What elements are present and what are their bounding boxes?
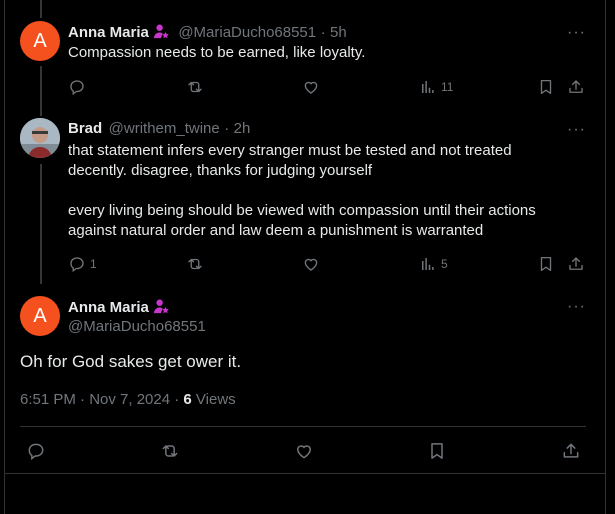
thread-connector xyxy=(40,0,42,18)
like-icon xyxy=(294,441,314,461)
like-icon xyxy=(302,78,320,96)
share-icon xyxy=(567,255,585,273)
repost-icon xyxy=(186,255,204,273)
divider xyxy=(5,473,605,474)
share-button[interactable] xyxy=(567,78,585,96)
bookmark-icon xyxy=(537,78,555,96)
tweet-time[interactable]: 2h xyxy=(234,120,251,137)
avatar[interactable]: A xyxy=(20,296,60,336)
tweet-header: Brad @writhem_twine · 2h xyxy=(68,120,250,138)
separator-dot: · xyxy=(320,24,326,41)
more-options-button[interactable]: ··· xyxy=(567,24,586,42)
views-icon xyxy=(419,255,437,273)
reply-icon xyxy=(26,441,46,461)
separator-dot: · xyxy=(224,120,230,137)
user-handle[interactable]: @MariaDucho68551 xyxy=(68,318,206,335)
views-button[interactable]: 5 xyxy=(419,255,448,273)
bookmark-button[interactable] xyxy=(537,255,555,273)
repost-icon xyxy=(160,441,180,461)
views-count: 11 xyxy=(441,80,454,94)
views-label: Views xyxy=(191,391,236,408)
user-handle[interactable]: @writhem_twine xyxy=(109,120,220,137)
affiliate-badge-icon xyxy=(153,298,170,315)
more-icon: ··· xyxy=(567,24,586,41)
reply-count: 1 xyxy=(90,257,97,271)
like-button[interactable] xyxy=(294,441,314,461)
tweet-header: Anna Maria xyxy=(68,298,170,317)
reply-icon xyxy=(68,255,86,273)
tweet-text-line: decently. disagree, thanks for judging y… xyxy=(68,162,373,179)
reply-button[interactable] xyxy=(68,78,86,96)
views-icon xyxy=(419,78,437,96)
more-options-button[interactable]: ··· xyxy=(567,298,586,316)
tweet-text-line: that statement infers every stranger mus… xyxy=(68,142,512,159)
tweet-text: that statement infers every stranger mus… xyxy=(68,141,536,241)
user-handle[interactable]: @MariaDucho68551 xyxy=(178,24,316,41)
avatar[interactable] xyxy=(20,118,60,158)
tweet-text-line: against natural order and law deem a pun… xyxy=(68,222,484,239)
share-icon xyxy=(561,441,581,461)
more-options-button[interactable]: ··· xyxy=(567,121,586,139)
profile-photo xyxy=(20,118,60,158)
display-name[interactable]: Brad xyxy=(68,120,102,137)
views-button[interactable]: 11 xyxy=(419,78,453,96)
thread-connector xyxy=(40,66,42,116)
avatar[interactable]: A xyxy=(20,21,60,61)
reply-button[interactable] xyxy=(26,441,46,461)
timestamp[interactable]: 6:51 PM · Nov 7, 2024 · xyxy=(20,391,183,408)
display-name[interactable]: Anna Maria xyxy=(68,24,149,41)
tweet-text-line: every living being should be viewed with… xyxy=(68,202,536,219)
views-count: 5 xyxy=(441,257,448,271)
more-icon: ··· xyxy=(567,121,586,138)
tweet-text: Compassion needs to be earned, like loya… xyxy=(68,44,366,61)
views-count: 6 xyxy=(183,391,192,408)
affiliate-badge-icon xyxy=(153,23,170,40)
reply-icon xyxy=(68,78,86,96)
tweet-header: Anna Maria @MariaDucho68551 · 5h xyxy=(68,23,347,42)
divider xyxy=(20,426,586,427)
share-button[interactable] xyxy=(567,255,585,273)
bookmark-icon xyxy=(537,255,555,273)
reply-button[interactable]: 1 xyxy=(68,255,97,273)
like-button[interactable] xyxy=(302,255,320,273)
bookmark-button[interactable] xyxy=(427,441,447,461)
bookmark-icon xyxy=(427,441,447,461)
more-icon: ··· xyxy=(567,298,586,315)
display-name[interactable]: Anna Maria xyxy=(68,299,149,316)
like-icon xyxy=(302,255,320,273)
tweet-time[interactable]: 5h xyxy=(330,24,347,41)
repost-icon xyxy=(186,78,204,96)
share-icon xyxy=(567,78,585,96)
bookmark-button[interactable] xyxy=(537,78,555,96)
repost-button[interactable] xyxy=(186,78,204,96)
repost-button[interactable] xyxy=(186,255,204,273)
like-button[interactable] xyxy=(302,78,320,96)
share-button[interactable] xyxy=(561,441,581,461)
thread-connector xyxy=(40,164,42,284)
repost-button[interactable] xyxy=(160,441,180,461)
main-tweet-text: Oh for God sakes get ower it. xyxy=(20,352,242,371)
tweet-metadata: 6:51 PM · Nov 7, 2024 · 6 Views xyxy=(20,391,236,408)
